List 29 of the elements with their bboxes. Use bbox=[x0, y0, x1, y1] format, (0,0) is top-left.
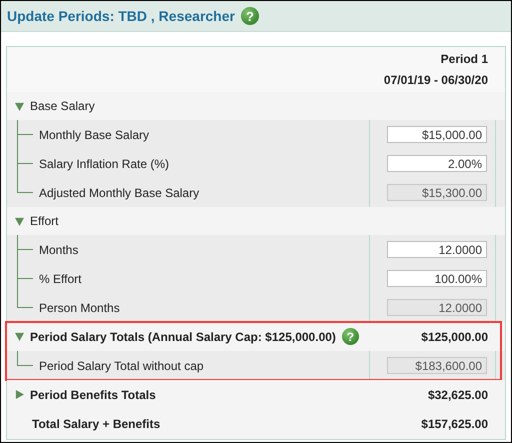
expand-triangle-icon[interactable] bbox=[15, 102, 24, 110]
input-field[interactable]: 2.00% bbox=[387, 155, 487, 172]
expand-triangle-icon[interactable] bbox=[15, 216, 24, 226]
total-value: $32,625.00 bbox=[428, 388, 488, 402]
section-label: Period Salary Totals (Annual Salary Cap: $125,000.00) bbox=[30, 330, 336, 344]
expand-triangle-icon[interactable] bbox=[15, 332, 24, 341]
row-label: Months bbox=[39, 242, 78, 256]
calculated-value: 12.0000 bbox=[387, 299, 487, 316]
grand-total-value: $157,625.00 bbox=[421, 416, 488, 430]
period-dates: 07/01/19 - 06/30/20 bbox=[384, 73, 488, 87]
row-label: % Effort bbox=[39, 272, 82, 286]
page-title: Update Periods: TBD , Researcher bbox=[7, 8, 235, 24]
input-field[interactable]: $15,000.00 bbox=[387, 126, 487, 143]
calculated-value: $183,600.00 bbox=[387, 357, 487, 374]
period-name: Period 1 bbox=[440, 52, 488, 66]
row-label: Salary Inflation Rate (%) bbox=[39, 156, 170, 170]
expand-triangle-icon[interactable] bbox=[15, 390, 24, 399]
row-label: Person Months bbox=[39, 300, 120, 314]
section-label: Effort bbox=[30, 214, 58, 228]
row-label: Adjusted Monthly Base Salary bbox=[39, 186, 200, 200]
row-label: Period Salary Total without cap bbox=[39, 358, 204, 372]
total-value: $125,000.00 bbox=[421, 330, 488, 344]
input-field[interactable]: 12.0000 bbox=[387, 241, 487, 258]
grand-total-label: Total Salary + Benefits bbox=[32, 416, 160, 430]
input-field[interactable]: 100.00% bbox=[387, 270, 487, 287]
section-label: Base Salary bbox=[30, 99, 95, 113]
row-label: Monthly Base Salary bbox=[39, 128, 150, 142]
calculated-value: $15,300.00 bbox=[387, 184, 487, 201]
section-label: Period Benefits Totals bbox=[30, 388, 156, 402]
